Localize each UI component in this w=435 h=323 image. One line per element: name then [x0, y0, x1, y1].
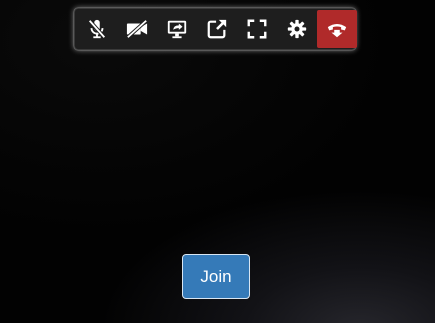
fullscreen-icon: [246, 18, 268, 40]
fullscreen-button[interactable]: [237, 9, 277, 49]
gear-icon: [287, 19, 307, 39]
hang-up-button[interactable]: [317, 10, 357, 48]
pop-out-button[interactable]: [197, 9, 237, 49]
video-stage: Join: [0, 0, 435, 323]
hang-up-icon: [326, 18, 348, 40]
mute-microphone-button[interactable]: [77, 9, 117, 49]
join-button[interactable]: Join: [182, 254, 250, 299]
toggle-camera-button[interactable]: [117, 9, 157, 49]
call-toolbar: [74, 8, 357, 50]
external-link-icon: [206, 18, 228, 40]
video-off-icon: [125, 18, 149, 40]
screen-share-icon: [166, 18, 188, 40]
screen-share-button[interactable]: [157, 9, 197, 49]
settings-button[interactable]: [277, 9, 317, 49]
microphone-muted-icon: [86, 18, 108, 40]
